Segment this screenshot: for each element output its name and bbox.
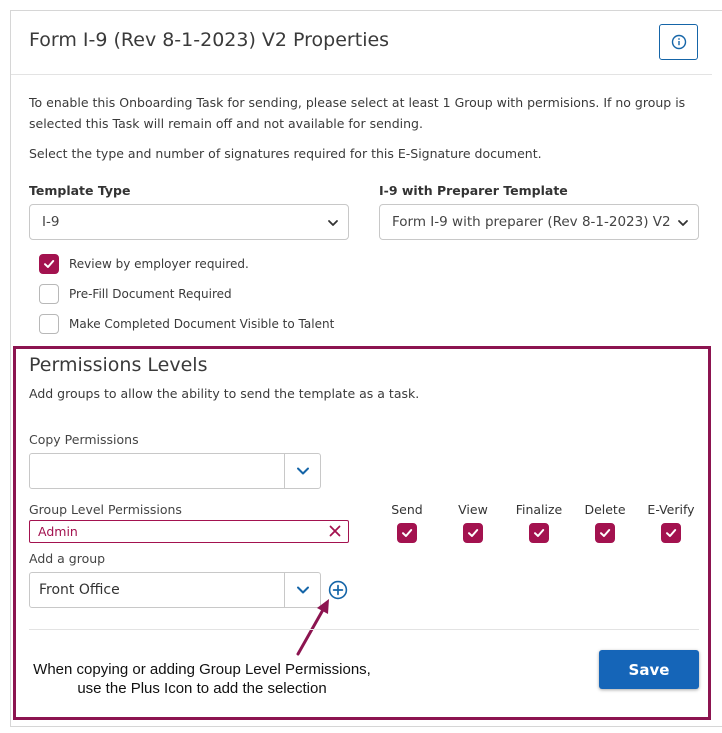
checkmark-icon: [468, 529, 479, 537]
preparer-template-value: Form I-9 with preparer (Rev 8-1-2023) V2: [392, 214, 671, 230]
preparer-template-select[interactable]: Form I-9 with preparer (Rev 8-1-2023) V2: [379, 204, 699, 240]
checkmark-icon: [666, 529, 677, 537]
permission-header-finalize: Finalize: [515, 502, 563, 517]
preparer-template-label: I-9 with Preparer Template: [379, 183, 568, 198]
save-button[interactable]: Save: [599, 650, 699, 689]
checkmark-icon: [44, 260, 55, 268]
permission-header-send: Send: [391, 502, 423, 517]
permission-header-view: View: [458, 502, 488, 517]
chevron-down-icon: [677, 217, 689, 229]
chevron-down-icon: [296, 586, 309, 594]
page-title: Form I-9 (Rev 8-1-2023) V2 Properties: [29, 29, 390, 51]
permission-column-send: Send: [377, 502, 437, 543]
group-level-permissions-label: Group Level Permissions: [29, 502, 182, 517]
signature-instructions: Select the type and number of signatures…: [29, 146, 542, 161]
prefill-document-option[interactable]: Pre-Fill Document Required: [39, 284, 232, 304]
add-group-label: Add a group: [29, 551, 106, 566]
finalize-permission-checkbox[interactable]: [529, 523, 549, 543]
checkmark-icon: [402, 529, 413, 537]
visible-to-talent-option[interactable]: Make Completed Document Visible to Talen…: [39, 314, 334, 334]
everify-permission-checkbox[interactable]: [661, 523, 681, 543]
permission-column-finalize: Finalize: [509, 502, 569, 543]
chevron-down-icon: [296, 467, 309, 475]
info-button[interactable]: [659, 24, 698, 60]
add-group-value: Front Office: [39, 582, 120, 598]
annotation-callout: When copying or adding Group Level Permi…: [16, 660, 388, 698]
review-by-employer-checkbox[interactable]: [39, 254, 59, 274]
copy-permissions-toggle[interactable]: [284, 454, 320, 488]
visible-to-talent-checkbox[interactable]: [39, 314, 59, 334]
permission-header-everify: E-Verify: [647, 502, 695, 517]
header-divider: [11, 74, 712, 75]
group-tag-label: Admin: [38, 524, 78, 539]
template-type-select[interactable]: I-9: [29, 204, 349, 240]
permission-column-view: View: [443, 502, 503, 543]
checkmark-icon: [534, 529, 545, 537]
permissions-divider: [29, 629, 699, 630]
annotation-line-1: When copying or adding Group Level Permi…: [33, 661, 371, 678]
group-tag-admin: Admin: [29, 520, 349, 543]
prefill-document-label: Pre-Fill Document Required: [69, 287, 232, 301]
intro-paragraph: To enable this Onboarding Task for sendi…: [29, 95, 686, 131]
template-type-label: Template Type: [29, 183, 131, 198]
visible-to-talent-label: Make Completed Document Visible to Talen…: [69, 317, 335, 331]
review-by-employer-label: Review by employer required.: [69, 257, 249, 271]
copy-permissions-dropdown[interactable]: [29, 453, 321, 489]
delete-permission-checkbox[interactable]: [595, 523, 615, 543]
info-circle-icon: [671, 34, 686, 50]
checkmark-icon: [600, 529, 611, 537]
send-permission-checkbox[interactable]: [397, 523, 417, 543]
add-group-dropdown[interactable]: Front Office: [29, 572, 321, 608]
permission-column-delete: Delete: [575, 502, 635, 543]
prefill-document-checkbox[interactable]: [39, 284, 59, 304]
annotation-line-2: use the Plus Icon to add the selection: [77, 680, 327, 697]
chevron-down-icon: [328, 220, 338, 226]
permission-header-delete: Delete: [584, 502, 626, 517]
view-permission-checkbox[interactable]: [463, 523, 483, 543]
permissions-title: Permissions Levels: [29, 354, 208, 376]
review-by-employer-option[interactable]: Review by employer required.: [39, 254, 249, 274]
permissions-description: Add groups to allow the ability to send …: [29, 386, 420, 401]
permission-column-everify: E-Verify: [641, 502, 701, 543]
template-type-value: I-9: [42, 214, 60, 230]
close-icon[interactable]: [328, 524, 342, 538]
copy-permissions-label: Copy Permissions: [29, 432, 139, 447]
